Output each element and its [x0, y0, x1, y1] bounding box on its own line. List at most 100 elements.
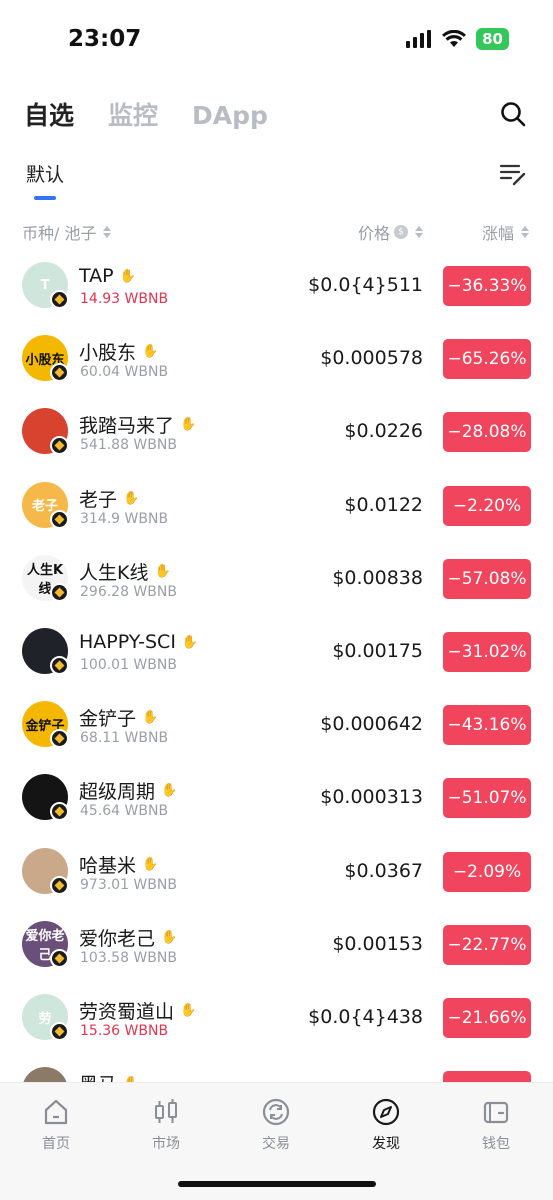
pool-liquidity: 541.88 WBNB	[80, 437, 177, 454]
pool-liquidity: 68.11 WBNB	[80, 730, 169, 747]
price-change-badge[interactable]	[443, 1071, 531, 1082]
platform-hand-icon: ✋	[180, 417, 197, 433]
column-header: 币种/ 池子 价格 $ 涨幅	[0, 220, 553, 244]
platform-hand-icon: ✋	[154, 563, 171, 579]
token-name-line: HAPPY-SCI ✋	[79, 631, 198, 653]
bnb-chain-icon	[50, 509, 69, 529]
token-price: $0.00175	[332, 640, 423, 662]
price-change-badge[interactable]: −57.08%	[443, 558, 531, 599]
token-name-line: 爱你老己 ✋	[79, 924, 177, 951]
token-row[interactable]: 老子 老子 ✋ 314.9 WBNB $0.0122 −2.20%	[0, 470, 553, 543]
bnb-chain-icon	[50, 656, 69, 675]
price-change-badge[interactable]: −31.02%	[443, 632, 531, 672]
price-change-badge[interactable]: −2.20%	[443, 485, 531, 526]
nav-trade[interactable]: 交易	[236, 1097, 316, 1153]
active-tab-indicator	[34, 196, 56, 200]
nav-wallet-label: 钱包	[482, 1136, 510, 1152]
token-row[interactable]: HAPPY-SCI ✋ 100.01 WBNB $0.00175 −31.02%	[0, 616, 553, 689]
status-time: 23:07	[68, 26, 142, 52]
token-column-label: 币种/ 池子	[22, 224, 97, 243]
token-name-line: 超级周期 ✋	[79, 777, 177, 804]
token-name: TAP	[79, 265, 114, 287]
sort-by-price[interactable]: 价格 $	[358, 220, 423, 244]
tab-monitor[interactable]: 监控	[108, 96, 158, 132]
token-row[interactable]: 爱你老己 爱你老己 ✋ 103.58 WBNB $0.00153 −22.77%	[0, 909, 553, 982]
top-tabs: 自选 监控 DApp	[24, 96, 268, 132]
token-row[interactable]: 小股东 小股东 ✋ 60.04 WBNB $0.000578 −65.26%	[0, 323, 553, 396]
status-bar: 23:07 80	[0, 0, 553, 80]
token-price: $0.0367	[344, 859, 423, 882]
token-avatar	[22, 1067, 68, 1082]
price-change-badge[interactable]: −21.66%	[443, 998, 531, 1038]
token-price: $0.0122	[344, 493, 423, 516]
search-icon[interactable]	[499, 100, 527, 128]
platform-hand-icon: ✋	[142, 710, 159, 726]
sort-by-token[interactable]: 币种/ 池子	[22, 220, 112, 244]
platform-hand-icon: ✋	[142, 856, 159, 872]
sort-arrows-icon	[521, 226, 529, 238]
token-name: 超级周期	[79, 781, 156, 804]
token-name: 小股东	[79, 342, 137, 365]
wallet-icon	[483, 1101, 509, 1124]
platform-hand-icon: ✋	[123, 490, 140, 506]
bnb-chain-icon	[50, 875, 69, 895]
price-change-badge[interactable]: −2.09%	[443, 851, 531, 892]
token-name-line: 黑马✋	[79, 1070, 139, 1082]
platform-hand-icon: ✋	[181, 634, 199, 650]
platform-hand-icon: ✋	[180, 1003, 197, 1018]
price-column-label: 价格	[357, 224, 390, 243]
token-price: $0.00153	[332, 932, 423, 955]
token-row[interactable]: T TAP ✋ 14.93 WBNB $0.0{4}511 −36.33%	[0, 250, 553, 323]
nav-home[interactable]: 首页	[16, 1097, 96, 1153]
token-list: T TAP ✋ 14.93 WBNB $0.0{4}511 −36.33% 小股东 小股东 ✋ 6…	[0, 250, 553, 1082]
platform-hand-icon: ✋	[161, 783, 178, 799]
nav-discover-label: 发现	[372, 1136, 400, 1152]
sort-by-change[interactable]: 涨幅	[482, 220, 529, 244]
token-name-line: 劳资蜀道山 ✋	[79, 997, 196, 1024]
price-change-badge[interactable]: −22.77%	[443, 924, 531, 965]
tab-watchlist[interactable]: 自选	[24, 96, 74, 132]
price-change-badge[interactable]: −65.26%	[443, 339, 531, 380]
pool-liquidity: 973.01 WBNB	[80, 876, 177, 893]
token-name: 哈基米	[79, 854, 137, 877]
bnb-chain-icon	[50, 363, 69, 383]
token-row[interactable]: 哈基米 ✋ 973.01 WBNB $0.0367 −2.09%	[0, 836, 553, 909]
token-name: 黑马	[79, 1070, 117, 1082]
battery-indicator: 80	[476, 28, 509, 50]
price-change-badge[interactable]: −51.07%	[443, 778, 531, 819]
nav-market[interactable]: 市场	[126, 1097, 206, 1153]
info-icon: $	[394, 225, 408, 239]
change-column-label: 涨幅	[481, 224, 514, 243]
token-name-line: 小股东 ✋	[79, 338, 158, 365]
token-row[interactable]: 黑马✋	[0, 1055, 553, 1082]
token-row[interactable]: 我踏马来了 ✋ 541.88 WBNB $0.0226 −28.08%	[0, 396, 553, 469]
bnb-chain-icon	[50, 802, 69, 822]
pool-liquidity: 14.93 WBNB	[80, 291, 169, 307]
nav-wallet[interactable]: 钱包	[456, 1097, 536, 1153]
token-row[interactable]: 超级周期 ✋ 45.64 WBNB $0.000313 −51.07%	[0, 762, 553, 835]
pool-liquidity: 100.01 WBNB	[80, 657, 177, 673]
price-change-badge[interactable]: −43.16%	[443, 705, 531, 746]
platform-hand-icon: ✋	[142, 344, 159, 360]
token-price: $0.0{4}511	[308, 274, 423, 296]
tab-dapp[interactable]: DApp	[192, 101, 268, 130]
price-change-badge[interactable]: −28.08%	[443, 412, 531, 453]
pool-liquidity: 103.58 WBNB	[80, 949, 177, 966]
nav-discover[interactable]: 发现	[346, 1097, 426, 1153]
tab-default[interactable]: 默认	[26, 160, 64, 187]
pool-liquidity: 60.04 WBNB	[80, 364, 169, 381]
token-name: 老子	[79, 488, 118, 511]
cellular-signal-icon	[406, 30, 432, 48]
token-price: $0.0{4}438	[308, 1006, 423, 1028]
token-name-line: 哈基米 ✋	[79, 851, 158, 878]
pool-liquidity: 314.9 WBNB	[80, 510, 169, 527]
swap-icon	[262, 1098, 290, 1126]
pool-liquidity: 15.36 WBNB	[80, 1023, 169, 1039]
bnb-chain-icon	[50, 290, 69, 309]
token-row[interactable]: 人生K线 人生K线 ✋ 296.28 WBNB $0.00838 −57.08%	[0, 543, 553, 616]
token-row[interactable]: 金铲子 金铲子 ✋ 68.11 WBNB $0.000642 −43.16%	[0, 689, 553, 762]
edit-list-icon[interactable]	[499, 160, 527, 188]
price-change-badge[interactable]: −36.33%	[443, 266, 531, 306]
token-row[interactable]: 劳劳资蜀道山 ✋ 15.36 WBNB $0.0{4}438 −21.66%	[0, 982, 553, 1055]
wifi-icon	[442, 30, 467, 47]
